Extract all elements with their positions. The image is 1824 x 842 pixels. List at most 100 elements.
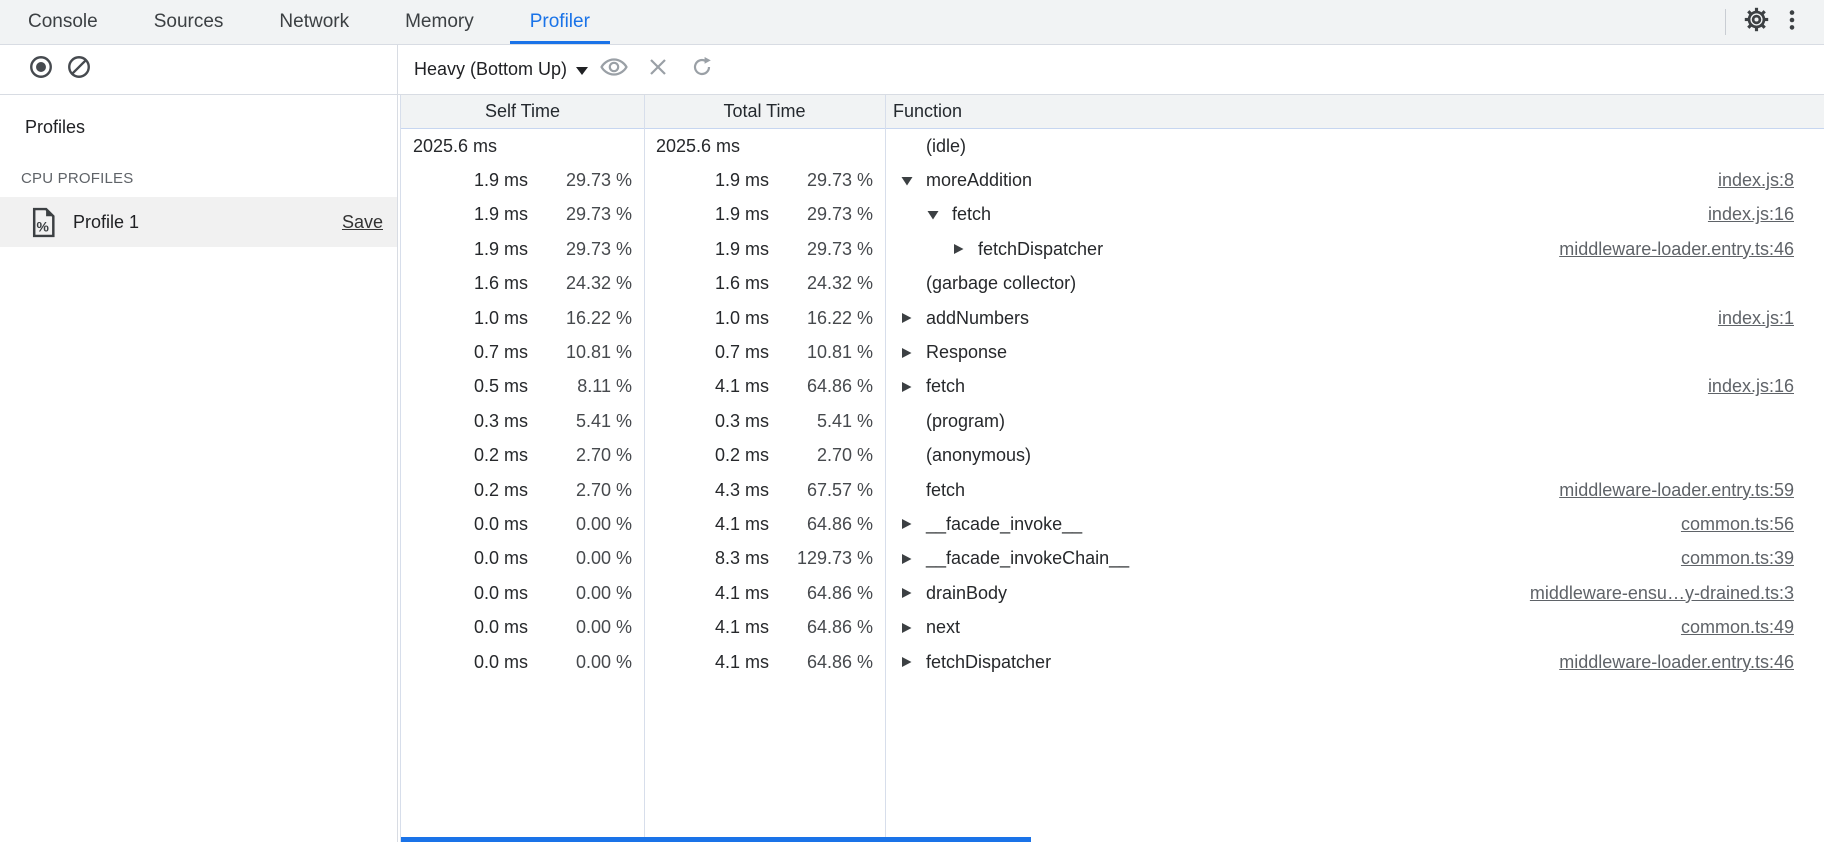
tab-memory[interactable]: Memory [377,0,502,44]
view-mode-dropdown[interactable]: Heavy (Bottom Up) [414,59,588,80]
gear-icon [1743,6,1770,38]
time-ms-value: 1.9 ms [413,204,528,225]
record-profile-button[interactable] [24,53,58,87]
table-row[interactable]: 1.9 ms29.73 %1.9 ms29.73 %fetchindex.js:… [401,198,1824,232]
table-row[interactable]: 0.0 ms0.00 %4.1 ms64.86 %nextcommon.ts:4… [401,610,1824,644]
source-link[interactable]: index.js:8 [1718,170,1824,191]
source-link[interactable]: common.ts:39 [1681,548,1824,569]
time-ms-value: 0.5 ms [413,376,528,397]
column-divider [885,95,886,842]
function-cell: moreAdditionindex.js:8 [885,170,1824,191]
time-ms-value: 0.0 ms [413,652,528,673]
tabbar-spacer [618,0,1713,44]
source-link[interactable]: index.js:1 [1718,308,1824,329]
time-percent-value: 0.00 % [528,514,632,535]
disclosure-triangle-expanded-icon[interactable] [926,208,952,221]
settings-button[interactable] [1738,4,1774,40]
source-link[interactable]: common.ts:49 [1681,617,1824,638]
time-cell: 0.7 ms10.81 % [644,342,885,363]
table-row[interactable]: 1.6 ms24.32 %1.6 ms24.32 %(garbage colle… [401,267,1824,301]
source-link[interactable]: middleware-loader.entry.ts:59 [1559,480,1824,501]
time-percent-value: 16.22 % [769,308,873,329]
time-cell: 1.9 ms29.73 % [644,204,885,225]
table-row[interactable]: 0.0 ms0.00 %4.1 ms64.86 %fetchDispatcher… [401,645,1824,679]
profile-list-item-selected[interactable]: % Profile 1 Save [0,197,397,247]
column-header-function[interactable]: Function [885,101,1824,122]
function-cell: (garbage collector) [885,273,1824,294]
time-cell: 4.1 ms64.86 % [644,376,885,397]
time-ms-value: 4.1 ms [656,652,769,673]
time-cell: 0.3 ms5.41 % [401,411,644,432]
source-link[interactable]: middleware-ensu…y-drained.ts:3 [1530,583,1824,604]
time-cell: 2025.6 ms [644,136,885,157]
close-icon [647,56,669,83]
source-link[interactable]: middleware-loader.entry.ts:46 [1559,239,1824,260]
time-percent-value: 0.00 % [528,583,632,604]
column-header-self-time[interactable]: Self Time [401,101,644,122]
time-percent-value: 64.86 % [769,583,873,604]
table-row[interactable]: 0.2 ms2.70 %4.3 ms67.57 %fetchmiddleware… [401,473,1824,507]
time-ms-value: 0.3 ms [413,411,528,432]
time-cell: 0.2 ms2.70 % [644,445,885,466]
disclosure-triangle-collapsed-icon[interactable] [900,621,926,635]
table-row[interactable]: 0.3 ms5.41 %0.3 ms5.41 %(program) [401,404,1824,438]
time-ms-value: 1.0 ms [413,308,528,329]
more-options-button[interactable] [1774,4,1810,40]
profiler-controls-toolbar [0,45,397,95]
table-row[interactable]: 2025.6 ms2025.6 ms(idle) [401,129,1824,163]
time-cell: 1.0 ms16.22 % [644,308,885,329]
column-header-total-time[interactable]: Total Time [644,101,885,122]
time-ms-value: 8.3 ms [656,548,769,569]
tab-network[interactable]: Network [251,0,377,44]
clear-profiles-button[interactable] [62,53,96,87]
time-ms-value: 1.0 ms [656,308,769,329]
disclosure-triangle-collapsed-icon[interactable] [900,311,926,325]
tab-console[interactable]: Console [0,0,126,44]
tab-sources[interactable]: Sources [126,0,252,44]
table-row[interactable]: 0.0 ms0.00 %4.1 ms64.86 %drainBodymiddle… [401,576,1824,610]
source-link[interactable]: common.ts:56 [1681,514,1824,535]
table-row[interactable]: 0.7 ms10.81 %0.7 ms10.81 %Response [401,335,1824,369]
time-percent-value: 64.86 % [769,514,873,535]
tab-profiler[interactable]: Profiler [502,0,618,44]
time-cell: 1.9 ms29.73 % [644,239,885,260]
svg-text:%: % [36,218,49,234]
disclosure-triangle-collapsed-icon[interactable] [900,517,926,531]
disclosure-triangle-collapsed-icon[interactable] [900,552,926,566]
table-row[interactable]: 0.0 ms0.00 %8.3 ms129.73 %__facade_invok… [401,542,1824,576]
disclosure-triangle-collapsed-icon[interactable] [952,242,978,256]
disclosure-triangle-expanded-icon[interactable] [900,174,926,187]
source-link[interactable]: index.js:16 [1708,376,1824,397]
time-ms-value: 2025.6 ms [413,136,632,157]
exclude-function-button[interactable] [640,52,676,88]
disclosure-triangle-collapsed-icon[interactable] [900,346,926,360]
time-ms-value: 1.9 ms [413,170,528,191]
time-cell: 0.5 ms8.11 % [401,376,644,397]
disclosure-triangle-collapsed-icon[interactable] [900,655,926,669]
disclosure-triangle-collapsed-icon[interactable] [900,380,926,394]
restore-functions-button[interactable] [684,52,720,88]
function-name: fetchDispatcher [926,652,1051,673]
time-percent-value: 10.81 % [528,342,632,363]
time-percent-value: 64.86 % [769,617,873,638]
time-percent-value: 129.73 % [769,548,873,569]
function-name: fetch [926,480,965,501]
save-profile-link[interactable]: Save [342,212,383,233]
table-row[interactable]: 0.5 ms8.11 %4.1 ms64.86 %fetchindex.js:1… [401,370,1824,404]
function-cell: drainBodymiddleware-ensu…y-drained.ts:3 [885,583,1824,604]
time-ms-value: 1.9 ms [413,239,528,260]
table-row[interactable]: 1.0 ms16.22 %1.0 ms16.22 %addNumbersinde… [401,301,1824,335]
table-row[interactable]: 0.2 ms2.70 %0.2 ms2.70 %(anonymous) [401,439,1824,473]
table-row[interactable]: 1.9 ms29.73 %1.9 ms29.73 %moreAdditionin… [401,163,1824,197]
time-percent-value: 5.41 % [769,411,873,432]
source-link[interactable]: middleware-loader.entry.ts:46 [1559,652,1824,673]
table-row[interactable]: 1.9 ms29.73 %1.9 ms29.73 %fetchDispatche… [401,232,1824,266]
source-link[interactable]: index.js:16 [1708,204,1824,225]
time-cell: 8.3 ms129.73 % [644,548,885,569]
profiles-sidebar: Profiles CPU PROFILES % Profile 1 Save [0,45,398,842]
focus-function-button[interactable] [596,52,632,88]
grid-rows: 2025.6 ms2025.6 ms(idle)1.9 ms29.73 %1.9… [401,129,1824,679]
table-row[interactable]: 0.0 ms0.00 %4.1 ms64.86 %__facade_invoke… [401,507,1824,541]
disclosure-triangle-collapsed-icon[interactable] [900,586,926,600]
function-name: addNumbers [926,308,1029,329]
